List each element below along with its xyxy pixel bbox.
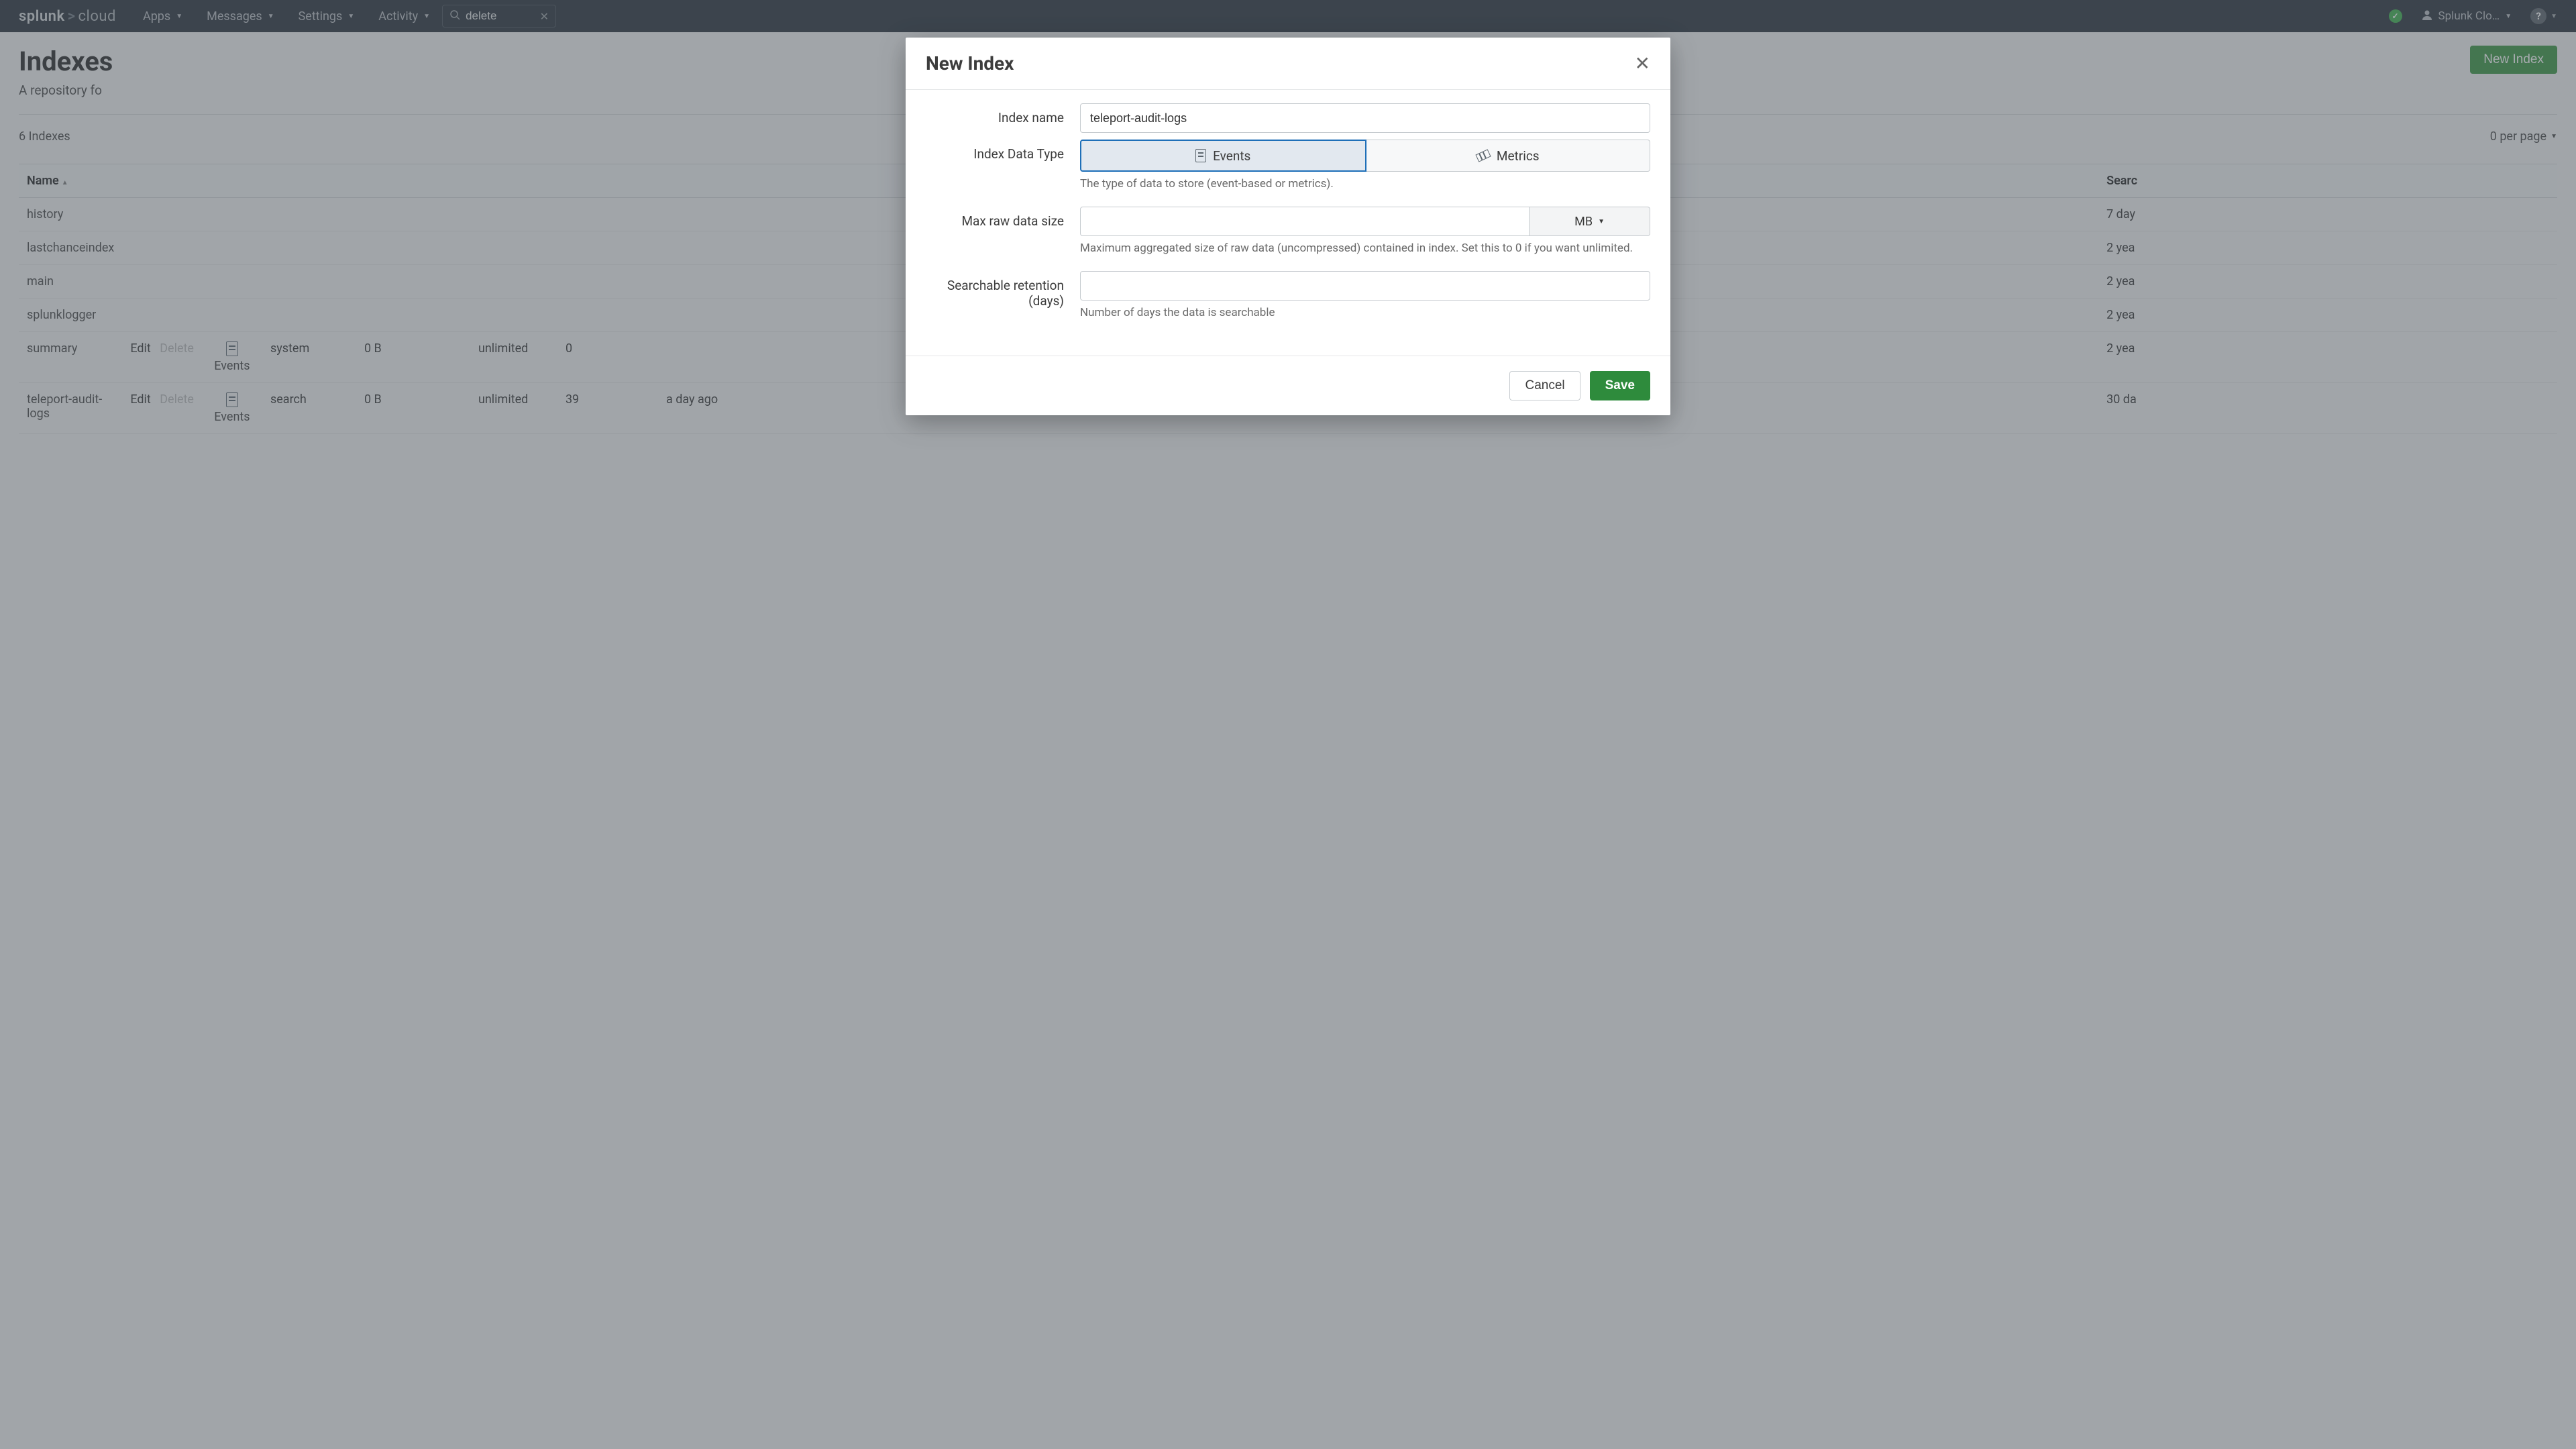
row-index-name: Index name bbox=[926, 103, 1650, 133]
toggle-label: Metrics bbox=[1497, 148, 1540, 164]
size-unit-select[interactable]: MB ▼ bbox=[1529, 207, 1650, 236]
help-max-size: Maximum aggregated size of raw data (unc… bbox=[1080, 241, 1650, 255]
modal-body: Index name Index Data Type Events bbox=[906, 90, 1670, 356]
label-index-name: Index name bbox=[926, 103, 1080, 125]
save-button[interactable]: Save bbox=[1590, 371, 1650, 400]
label-data-type: Index Data Type bbox=[926, 140, 1080, 162]
modal-header: New Index ✕ bbox=[906, 38, 1670, 90]
retention-input[interactable] bbox=[1080, 271, 1650, 301]
events-icon bbox=[1195, 149, 1206, 162]
label-retention: Searchable retention (days) bbox=[926, 271, 1080, 309]
toggle-metrics[interactable]: Metrics bbox=[1366, 140, 1651, 172]
index-name-input[interactable] bbox=[1080, 103, 1650, 133]
modal-title: New Index bbox=[926, 52, 1014, 74]
data-type-toggle: Events Metrics bbox=[1080, 140, 1650, 172]
close-icon[interactable]: ✕ bbox=[1635, 54, 1650, 73]
toggle-label: Events bbox=[1213, 148, 1250, 164]
modal-footer: Cancel Save bbox=[906, 356, 1670, 415]
label-max-size: Max raw data size bbox=[926, 207, 1080, 229]
help-retention: Number of days the data is searchable bbox=[1080, 306, 1650, 319]
row-max-size: Max raw data size MB ▼ Maximum aggregate… bbox=[926, 207, 1650, 264]
max-size-input[interactable] bbox=[1080, 207, 1529, 236]
toggle-events[interactable]: Events bbox=[1080, 140, 1366, 172]
cancel-button[interactable]: Cancel bbox=[1509, 371, 1580, 400]
metrics-icon bbox=[1475, 149, 1491, 162]
new-index-modal: New Index ✕ Index name Index Data Type E… bbox=[906, 38, 1670, 415]
modal-overlay: New Index ✕ Index name Index Data Type E… bbox=[0, 0, 2576, 1449]
max-size-group: MB ▼ bbox=[1080, 207, 1650, 236]
help-data-type: The type of data to store (event-based o… bbox=[1080, 177, 1650, 191]
caret-down-icon: ▼ bbox=[1598, 218, 1605, 225]
row-retention: Searchable retention (days) Number of da… bbox=[926, 271, 1650, 329]
row-data-type: Index Data Type Events Metrics The type … bbox=[926, 140, 1650, 200]
unit-label: MB bbox=[1574, 215, 1593, 229]
